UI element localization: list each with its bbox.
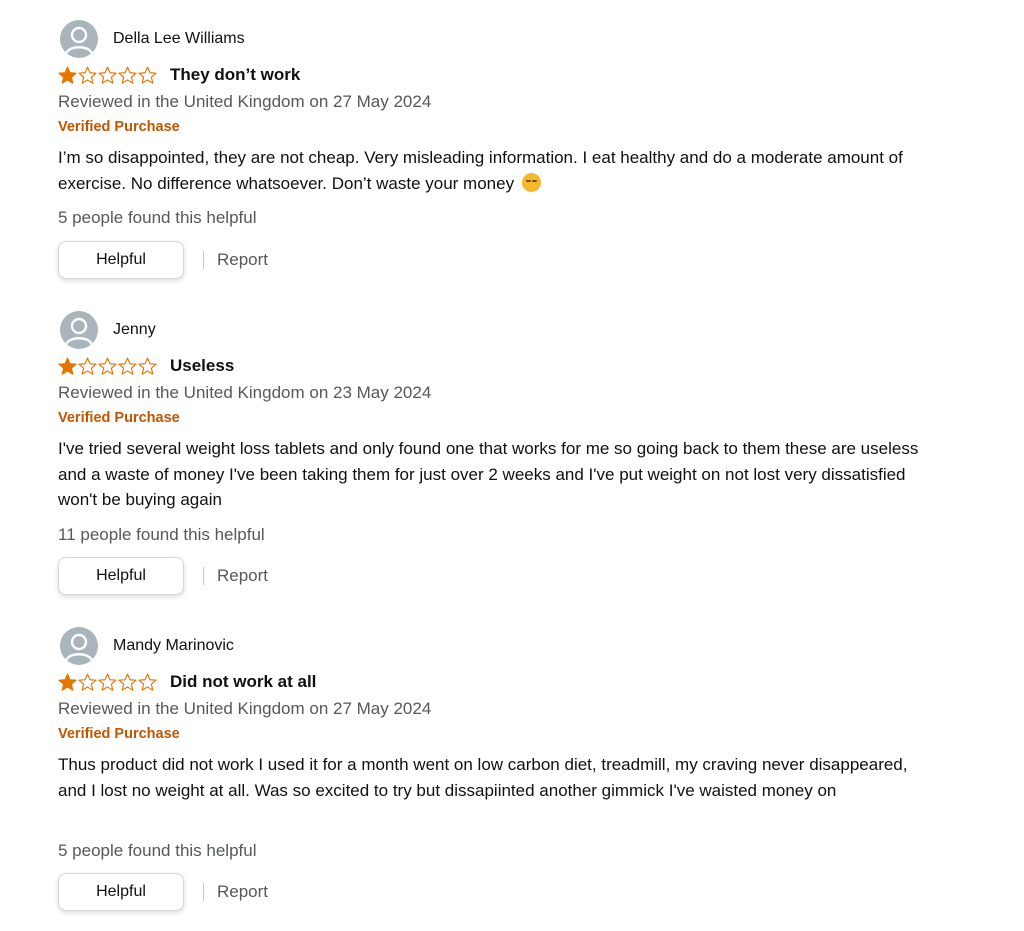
avatar[interactable]	[60, 311, 98, 349]
star-empty-icon	[98, 673, 117, 691]
review-date: Reviewed in the United Kingdom on 27 May…	[58, 92, 432, 111]
review-body: Thus product did not work I used it for …	[58, 755, 908, 800]
star-empty-icon	[118, 357, 137, 375]
star-filled-icon	[58, 673, 77, 691]
star-rating[interactable]	[58, 357, 157, 376]
person-icon	[64, 633, 94, 662]
reviewer-profile[interactable]: Della Lee Williams	[60, 20, 245, 58]
star-rating[interactable]	[58, 673, 157, 692]
helpful-count: 5 people found this helpful	[58, 841, 257, 860]
star-empty-icon	[78, 66, 97, 84]
review-body-text: I’m so disappointed, they are not cheap.…	[58, 148, 903, 193]
helpful-button[interactable]: Helpful	[58, 557, 184, 595]
star-empty-icon	[98, 357, 117, 375]
review-title[interactable]: Did not work at all	[170, 672, 316, 692]
star-rating[interactable]	[58, 66, 157, 85]
verified-purchase-badge: Verified Purchase	[58, 119, 180, 135]
helpful-count: 11 people found this helpful	[58, 525, 265, 544]
report-link[interactable]: Report	[217, 250, 268, 270]
star-empty-icon	[138, 66, 157, 84]
star-empty-icon	[98, 66, 117, 84]
report-link[interactable]: Report	[217, 566, 268, 586]
star-empty-icon	[78, 673, 97, 691]
helpful-button[interactable]: Helpful	[58, 241, 184, 279]
avatar[interactable]	[60, 20, 98, 58]
helpful-button[interactable]: Helpful	[58, 873, 184, 911]
helpful-count: 5 people found this helpful	[58, 208, 257, 227]
verified-purchase-badge: Verified Purchase	[58, 410, 180, 426]
avatar[interactable]	[60, 627, 98, 665]
pensive-face-emoji-icon	[521, 172, 541, 192]
divider	[203, 567, 204, 585]
divider	[203, 251, 204, 269]
reviewer-profile[interactable]: Mandy Marinovic	[60, 627, 234, 665]
person-icon	[64, 317, 94, 346]
report-link[interactable]: Report	[217, 882, 268, 902]
reviewer-name[interactable]: Jenny	[113, 321, 156, 339]
star-empty-icon	[118, 673, 137, 691]
star-filled-icon	[58, 357, 77, 375]
star-empty-icon	[118, 66, 137, 84]
review-body: I've tried several weight loss tablets a…	[58, 439, 919, 509]
star-filled-icon	[58, 66, 77, 84]
reviewer-name[interactable]: Mandy Marinovic	[113, 637, 234, 655]
verified-purchase-badge: Verified Purchase	[58, 726, 180, 742]
star-empty-icon	[138, 673, 157, 691]
review-title[interactable]: They don’t work	[170, 65, 300, 85]
reviewer-profile[interactable]: Jenny	[60, 311, 156, 349]
person-icon	[64, 26, 94, 55]
reviewer-name[interactable]: Della Lee Williams	[113, 30, 245, 48]
star-empty-icon	[78, 357, 97, 375]
review-title[interactable]: Useless	[170, 356, 234, 376]
review-date: Reviewed in the United Kingdom on 27 May…	[58, 699, 432, 718]
review-body: I’m so disappointed, they are not cheap.…	[58, 145, 928, 196]
divider	[203, 883, 204, 901]
review-date: Reviewed in the United Kingdom on 23 May…	[58, 383, 432, 402]
star-empty-icon	[138, 357, 157, 375]
